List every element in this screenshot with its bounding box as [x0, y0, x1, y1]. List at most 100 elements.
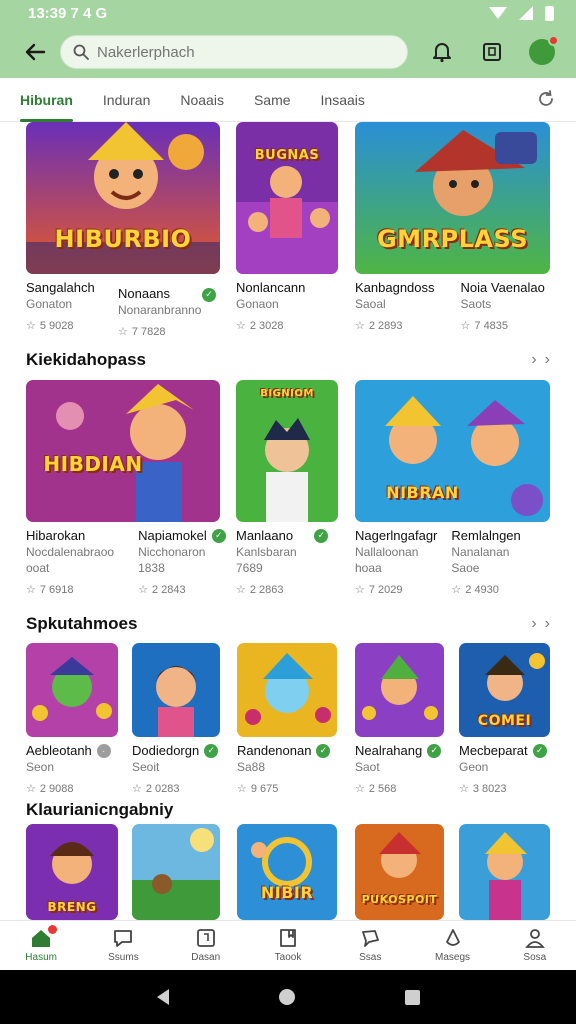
- star-icon: ☆: [460, 320, 471, 332]
- game-art-title: NIBRAN: [386, 483, 459, 503]
- avatar: [529, 35, 559, 65]
- check-icon: ✓: [427, 743, 442, 758]
- star-icon: ☆: [236, 320, 246, 332]
- card-rating: ☆ 2 4930: [451, 583, 499, 597]
- star-icon: ☆: [26, 584, 36, 596]
- tab-insaais[interactable]: Insaais: [321, 78, 365, 122]
- featured-card[interactable]: BUGNAS Nonlancann Gonaon ☆ 2 3028: [236, 122, 338, 332]
- card-thumbnail: BRENG: [26, 824, 118, 920]
- card-rating: ☆ 2 2863: [236, 583, 284, 597]
- star-icon: ☆: [459, 783, 469, 795]
- section-more-button[interactable]: › ›: [531, 351, 550, 369]
- bell-icon: [433, 43, 451, 63]
- featured-card[interactable]: GMRPLASS Kanbagndoss Saoal ☆ 2 2893 Noia …: [355, 122, 550, 332]
- kids-card[interactable]: NIBRAN Nagerlngafagr Nallaloonan hoaa ☆ 7…: [355, 380, 550, 596]
- kids-card[interactable]: BIGNIOM Manlaano ✓ Kanlsbaran 7689 ☆ 2 286…: [236, 380, 338, 596]
- card-thumbnail: [132, 824, 220, 920]
- book-icon: [196, 929, 215, 947]
- section-more-button[interactable]: › ›: [531, 615, 550, 633]
- section-title: Klaurianicngabniy: [26, 800, 174, 819]
- system-back-icon[interactable]: [156, 989, 169, 1005]
- nav-label: Ssas: [359, 952, 382, 963]
- klaura-card[interactable]: PUKOSPOIT: [355, 824, 444, 920]
- game-art-title: PUKOSPOIT: [361, 893, 438, 906]
- system-recents-icon[interactable]: [404, 989, 420, 1005]
- kids-card[interactable]: HIBDIAN Hibarokan Nocdalenabraoo ooat ☆ 7…: [26, 380, 226, 596]
- system-home-icon[interactable]: [278, 989, 295, 1005]
- search-icon: [73, 44, 89, 60]
- card-subtitle: Kanlsbaran: [236, 545, 297, 559]
- star-icon: ☆: [138, 584, 148, 596]
- back-button[interactable]: [18, 35, 52, 69]
- game-art-title: COMEI: [477, 713, 532, 729]
- klaura-card[interactable]: NIBIR: [237, 824, 337, 920]
- featured-card-secondary[interactable]: Noia Vaenalao Saots ☆ 7 4835: [461, 274, 545, 332]
- nav-item-bookmark[interactable]: Taook: [247, 921, 329, 970]
- app-bar-actions: [426, 35, 559, 68]
- card-thumbnail: [132, 643, 220, 737]
- nav-item-profile[interactable]: Sosa: [494, 921, 576, 970]
- check-icon: ✓: [316, 743, 331, 758]
- spk-card[interactable]: Dodiedorgn ✓ Seoit ☆ 2 0283: [132, 643, 220, 795]
- game-art-image: [236, 122, 338, 274]
- status-icons: [489, 5, 554, 21]
- card-thumbnail: NIBIR: [237, 824, 337, 920]
- spk-card[interactable]: Aebleotanh · Seon ☆ 2 9088: [26, 643, 118, 795]
- search-bar[interactable]: [60, 35, 408, 69]
- notification-dot: [48, 925, 57, 934]
- nav-item-speech[interactable]: Ssas: [329, 921, 411, 970]
- tab-hiburan[interactable]: Hiburan: [20, 78, 73, 122]
- star-icon: ☆: [237, 783, 247, 795]
- game-art-title: NIBIR: [260, 883, 314, 902]
- card-rating: ☆ 3 8023: [459, 782, 507, 796]
- spk-card[interactable]: COMEI Mecbeparat ✓ Geon ☆ 3 8023: [459, 643, 550, 795]
- card-rating: ☆ 2 9088: [26, 782, 74, 796]
- game-art-image: [459, 824, 550, 920]
- kids-card-secondary[interactable]: Napiamokel ✓ Nicchonaron 1838 ☆ 2 2843: [138, 522, 226, 596]
- spk-card[interactable]: Randenonan ✓ Sa88 ☆ 9 675: [237, 643, 337, 795]
- spk-card[interactable]: Nealrahang ✓ Saot ☆ 2 568: [355, 643, 444, 795]
- star-icon: ☆: [118, 326, 128, 338]
- game-art-image: [237, 824, 337, 920]
- app-bar: [0, 26, 576, 78]
- nav-item-home[interactable]: Hasum: [0, 921, 82, 970]
- person-outline-icon: [445, 929, 460, 946]
- game-art-title: BUGNAS: [254, 148, 320, 163]
- card-subtitle: Nocdalenabraoo: [26, 545, 115, 559]
- library-button[interactable]: [476, 36, 508, 68]
- section-header-spk: Spkutahmoes › ›: [26, 614, 550, 634]
- game-art-image: [132, 824, 220, 920]
- star-icon: ☆: [236, 584, 246, 596]
- chevron-right-icon: ›: [544, 615, 550, 632]
- bottom-navigation: Hasum Ssums Dasan Taook Ssas Masegs Sosa: [0, 920, 576, 970]
- card-subtitle-2: ooat: [26, 561, 50, 575]
- card-rating: ☆ 7 4835: [460, 319, 509, 333]
- wifi-icon: [489, 7, 507, 19]
- card-title: Manlaano ✓: [236, 528, 338, 543]
- card-title: Napiamokel ✓: [138, 528, 226, 543]
- search-input[interactable]: [97, 43, 387, 61]
- nav-item-people[interactable]: Masegs: [411, 921, 493, 970]
- klaura-card[interactable]: [132, 824, 220, 920]
- card-thumbnail: GMRPLASS: [355, 122, 550, 274]
- section-header-klaura: Klaurianicngabniy: [26, 800, 550, 820]
- profile-button[interactable]: [526, 35, 559, 68]
- game-art-title: GMRPLASS: [376, 224, 528, 253]
- kids-card-secondary[interactable]: Remlalngen Nanalanan Saoe ☆ 2 4930: [451, 522, 520, 596]
- tab-same[interactable]: Same: [254, 78, 291, 122]
- klaura-card[interactable]: [459, 824, 550, 920]
- star-icon: ☆: [355, 584, 365, 596]
- chat-icon: [114, 930, 133, 947]
- notifications-button[interactable]: [426, 36, 458, 68]
- card-thumbnail: HIBURBIO: [26, 122, 220, 274]
- speech-icon: [362, 930, 380, 947]
- klaura-card[interactable]: BRENG: [26, 824, 118, 920]
- back-arrow-icon: [25, 43, 46, 61]
- card-subtitle: Gonaon: [236, 297, 279, 311]
- tab-induran[interactable]: Induran: [103, 78, 150, 122]
- tab-noaais[interactable]: Noaais: [180, 78, 224, 122]
- nav-item-chat[interactable]: Ssums: [82, 921, 164, 970]
- tab-settings-button[interactable]: [536, 89, 556, 114]
- game-art-title: HIBURBIO: [54, 224, 192, 253]
- nav-item-book[interactable]: Dasan: [165, 921, 247, 970]
